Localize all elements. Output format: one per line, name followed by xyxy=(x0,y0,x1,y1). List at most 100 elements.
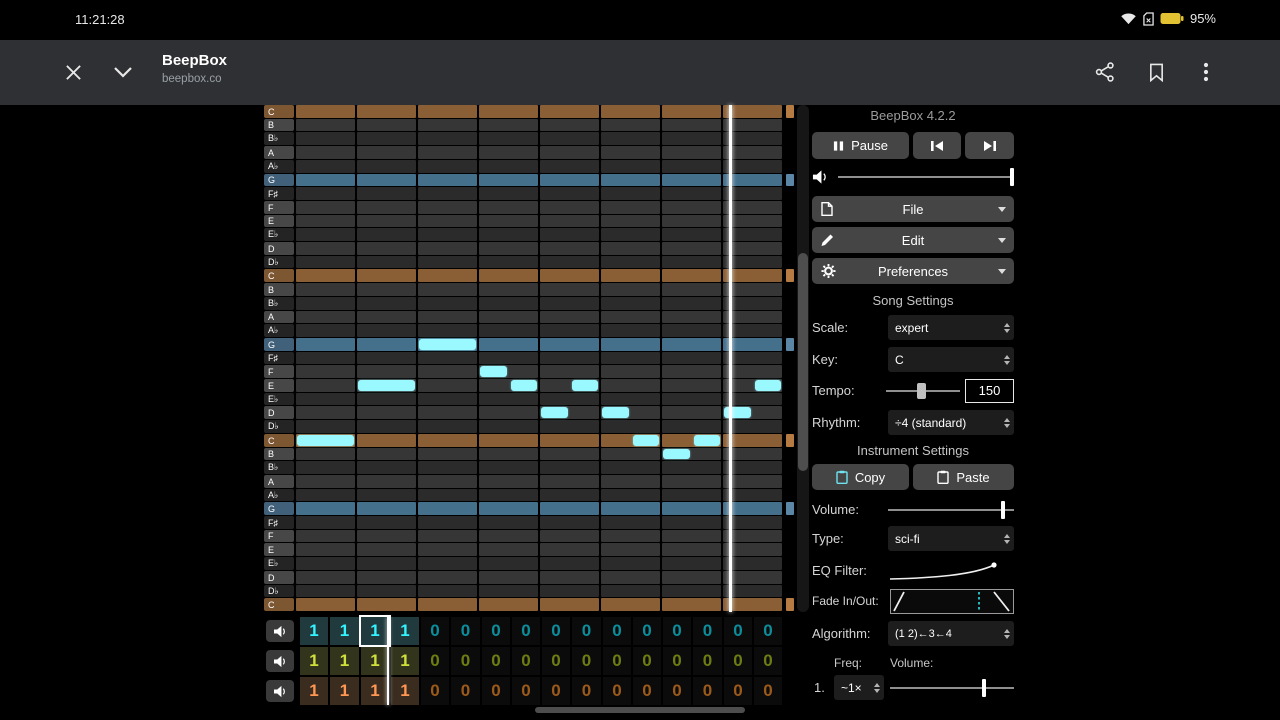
pitch-grid-cell[interactable] xyxy=(357,530,416,542)
piano-key[interactable]: B xyxy=(264,283,294,296)
fade-graph[interactable] xyxy=(890,589,1014,614)
pitch-grid-cell[interactable] xyxy=(418,242,477,255)
pitch-grid-cell[interactable] xyxy=(662,571,721,584)
pitch-grid-cell[interactable] xyxy=(601,557,660,570)
pitch-grid-cell[interactable] xyxy=(479,489,538,501)
mute-channel-button[interactable] xyxy=(266,650,294,672)
piano-key[interactable]: D xyxy=(264,242,294,255)
pitch-grid-cell[interactable] xyxy=(540,215,599,227)
piano-key[interactable]: C xyxy=(264,434,294,447)
pitch-grid-cell[interactable] xyxy=(296,338,355,351)
pitch-grid-cell[interactable] xyxy=(479,338,538,351)
file-menu-button[interactable]: File xyxy=(812,196,1014,222)
pitch-grid-cell[interactable] xyxy=(601,448,660,460)
pitch-grid-cell[interactable] xyxy=(418,461,477,474)
pitch-grid-cell[interactable] xyxy=(662,228,721,241)
pitch-grid-cell[interactable] xyxy=(418,187,477,200)
pattern-cell[interactable]: 0 xyxy=(633,617,661,645)
pitch-grid-cell[interactable] xyxy=(662,420,721,433)
pitch-grid-cell[interactable] xyxy=(662,269,721,282)
pitch-grid-cell[interactable] xyxy=(479,585,538,597)
pattern-cell[interactable]: 0 xyxy=(603,647,631,675)
pitch-grid-cell[interactable] xyxy=(479,215,538,227)
pitch-grid-cell[interactable] xyxy=(601,324,660,337)
pattern-cell[interactable]: 1 xyxy=(391,677,419,705)
pitch-grid-cell[interactable] xyxy=(540,228,599,241)
pattern-cell[interactable]: 1 xyxy=(391,617,419,645)
pitch-grid-cell[interactable] xyxy=(296,311,355,323)
pattern-cell[interactable]: 0 xyxy=(603,677,631,705)
pitch-grid-cell[interactable] xyxy=(296,585,355,597)
pattern-cell[interactable]: 1 xyxy=(300,617,328,645)
pitch-grid-cell[interactable] xyxy=(357,406,416,419)
pitch-grid-cell[interactable] xyxy=(296,516,355,529)
pattern-cell[interactable]: 0 xyxy=(512,617,540,645)
pattern-cell[interactable]: 0 xyxy=(633,677,661,705)
pattern-cell[interactable]: 0 xyxy=(693,677,722,705)
pattern-cell[interactable]: 0 xyxy=(421,617,449,645)
pitch-grid-cell[interactable] xyxy=(479,105,538,118)
scale-select[interactable]: expert xyxy=(888,315,1014,340)
piano-key[interactable]: E xyxy=(264,379,294,392)
pitch-grid-cell[interactable] xyxy=(296,228,355,241)
type-select[interactable]: sci-fi xyxy=(888,526,1014,551)
pitch-grid-cell[interactable] xyxy=(662,297,721,310)
instrument-volume-slider[interactable] xyxy=(888,499,1014,521)
pitch-grid-cell[interactable] xyxy=(357,557,416,570)
pattern-cell[interactable]: 1 xyxy=(361,677,389,705)
pitch-grid-cell[interactable] xyxy=(296,256,355,268)
pitch-grid-cell[interactable] xyxy=(540,489,599,501)
instrument-volume-thumb[interactable] xyxy=(1001,501,1006,519)
pitch-grid-cell[interactable] xyxy=(357,516,416,529)
pitch-grid-cell[interactable] xyxy=(540,256,599,268)
pattern-cell[interactable]: 0 xyxy=(421,677,449,705)
pitch-grid-cell[interactable] xyxy=(357,352,416,364)
pitch-grid-cell[interactable] xyxy=(540,242,599,255)
pattern-cell[interactable]: 0 xyxy=(754,677,782,705)
mute-channel-button[interactable] xyxy=(266,680,294,702)
pattern-cell[interactable]: 0 xyxy=(482,617,510,645)
pitch-grid-cell[interactable] xyxy=(540,461,599,474)
pitch-grid-cell[interactable] xyxy=(357,160,416,173)
pitch-grid-cell[interactable] xyxy=(479,119,538,131)
tempo-slider-thumb[interactable] xyxy=(917,382,927,399)
pitch-grid-cell[interactable] xyxy=(418,434,477,447)
pitch-grid-cell[interactable] xyxy=(479,242,538,255)
pitch-grid-cell[interactable] xyxy=(296,502,355,515)
note[interactable] xyxy=(724,407,751,418)
pitch-grid-cell[interactable] xyxy=(601,475,660,488)
pitch-grid-cell[interactable] xyxy=(418,489,477,501)
pitch-grid-cell[interactable] xyxy=(662,201,721,214)
piano-key[interactable]: F♯ xyxy=(264,516,294,529)
pitch-grid-cell[interactable] xyxy=(296,420,355,433)
pitch-grid-cell[interactable] xyxy=(601,228,660,241)
pitch-grid-cell[interactable] xyxy=(479,283,538,296)
pitch-grid-cell[interactable] xyxy=(296,269,355,282)
pitch-grid-cell[interactable] xyxy=(418,297,477,310)
pitch-grid-cell[interactable] xyxy=(418,585,477,597)
pitch-grid-cell[interactable] xyxy=(418,475,477,488)
pitch-grid-cell[interactable] xyxy=(418,379,477,392)
pattern-cell[interactable]: 1 xyxy=(300,647,328,675)
note[interactable] xyxy=(693,435,720,446)
prev-bar-button[interactable] xyxy=(913,132,961,159)
pitch-grid-cell[interactable] xyxy=(296,352,355,364)
piano-key[interactable]: E♭ xyxy=(264,393,294,405)
pitch-grid-cell[interactable] xyxy=(662,393,721,405)
collapse-button[interactable] xyxy=(103,52,143,92)
pitch-grid-cell[interactable] xyxy=(601,379,660,392)
pattern-cell[interactable]: 0 xyxy=(482,677,510,705)
note[interactable] xyxy=(571,380,598,391)
piano-key[interactable]: A xyxy=(264,146,294,159)
pitch-grid-cell[interactable] xyxy=(540,530,599,542)
pitch-grid-cell[interactable] xyxy=(479,393,538,405)
pitch-grid-cell[interactable] xyxy=(662,530,721,542)
pitch-grid-cell[interactable] xyxy=(418,502,477,515)
pitch-grid-cell[interactable] xyxy=(296,215,355,227)
piano-key[interactable]: A xyxy=(264,475,294,488)
pitch-grid-cell[interactable] xyxy=(601,530,660,542)
pattern-cell[interactable]: 0 xyxy=(724,617,752,645)
pitch-grid-cell[interactable] xyxy=(418,160,477,173)
pattern-cell[interactable]: 0 xyxy=(451,677,480,705)
pattern-cell[interactable]: 0 xyxy=(572,677,601,705)
